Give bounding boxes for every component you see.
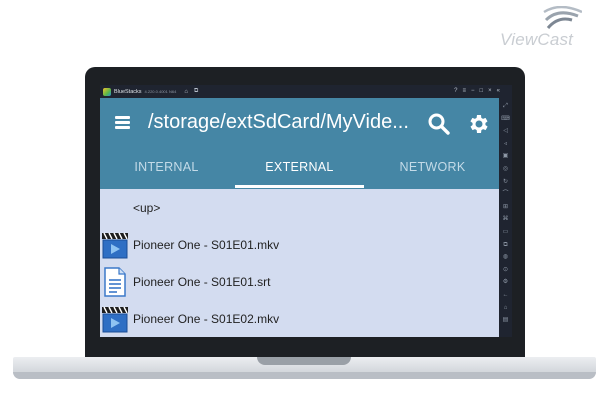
storage-tabs: INTERNAL EXTERNAL NETWORK	[100, 149, 499, 189]
list-item-label: Pioneer One - S01E02.mkv	[133, 311, 280, 326]
collapse-icon[interactable]: «	[497, 87, 500, 96]
bluestacks-version: 4.220.0.4001 N64	[144, 89, 177, 94]
laptop-base-edge	[13, 372, 596, 379]
list-item[interactable]: Pioneer One - S01E01.srt	[100, 263, 499, 300]
macro-icon[interactable]: ⌘	[503, 214, 509, 224]
broadcast-waves-icon	[543, 6, 582, 29]
copy-icon[interactable]: ⧉	[503, 240, 507, 250]
list-item[interactable]: Pioneer One - S01E01.mkv	[100, 226, 499, 263]
list-item-label: <up>	[133, 200, 161, 215]
viewcast-logo-text: ViewCast	[500, 30, 574, 49]
text-file-icon	[104, 266, 126, 297]
shake-icon[interactable]: ⌒	[502, 189, 508, 199]
search-icon[interactable]	[427, 112, 451, 136]
settings-icon[interactable]: ⚙	[503, 277, 508, 287]
tab-network[interactable]: NETWORK	[366, 149, 499, 189]
file-list: <up> Pioneer One - S01E01.mkv Pioneer On…	[100, 189, 499, 337]
window-controls: ? ≡ − □ × «	[454, 87, 500, 96]
file-manager-app: /storage/extSdCard/MyVide... INTERNAL EX…	[100, 98, 499, 337]
back-icon[interactable]: ←	[503, 290, 509, 300]
tab-external[interactable]: EXTERNAL	[233, 149, 366, 189]
bluestacks-logo-icon	[103, 87, 111, 96]
rotate-icon[interactable]: ↻	[503, 177, 508, 187]
app-toolbar: /storage/extSdCard/MyVide...	[100, 98, 499, 149]
volume-down-icon[interactable]: ◃	[504, 139, 507, 149]
home-icon[interactable]: ⌂	[184, 89, 188, 95]
expand-icon[interactable]: ⤢	[503, 101, 508, 111]
camera-icon[interactable]: ◎	[503, 164, 508, 174]
minimize-icon[interactable]: −	[471, 87, 475, 96]
tab-internal[interactable]: INTERNAL	[100, 149, 233, 189]
bluestacks-window: BlueStacks 4.220.0.4001 N64 ⌂ ⧉ ? ≡ − □ …	[100, 85, 512, 337]
list-item-up[interactable]: <up>	[100, 189, 499, 226]
hamburger-menu-icon[interactable]	[115, 116, 130, 129]
location-icon[interactable]: ⊙	[503, 265, 508, 275]
close-icon[interactable]: ×	[488, 87, 492, 96]
video-file-icon	[102, 232, 128, 258]
maximize-icon[interactable]: □	[480, 87, 484, 96]
help-icon[interactable]: ?	[454, 87, 457, 96]
video-file-icon	[102, 306, 128, 332]
screen-record-icon[interactable]: ▣	[503, 151, 509, 161]
bluestacks-app-name: BlueStacks	[114, 88, 142, 95]
volume-up-icon[interactable]: ◁	[503, 126, 508, 136]
laptop-notch	[257, 357, 351, 365]
gear-icon[interactable]	[466, 112, 490, 136]
list-item-label: Pioneer One - S01E01.srt	[133, 274, 271, 289]
bluestacks-sidebar: ⤢ ⌨ ◁ ◃ ▣ ◎ ↻ ⌒ ⊞ ⌘ ▭ ⧉ ◍ ⊙ ⚙ ← ⌂ ▤	[499, 98, 512, 337]
list-item[interactable]: Pioneer One - S01E02.mkv	[100, 300, 499, 337]
screenshot-stage: ViewCast BlueStacks 4.220.0.4001 N64 ⌂ ⧉…	[0, 0, 602, 414]
eco-icon[interactable]: ◍	[503, 252, 508, 262]
multi-instance-icon[interactable]: ⧉	[194, 88, 198, 95]
list-item-label: Pioneer One - S01E01.mkv	[133, 237, 280, 252]
keyboard-icon[interactable]: ⌨	[501, 114, 510, 124]
recents-icon[interactable]: ▤	[503, 315, 509, 325]
gamepad-icon[interactable]: ⊞	[503, 202, 508, 212]
folder-icon[interactable]: ▭	[503, 227, 509, 237]
home-icon[interactable]: ⌂	[504, 303, 508, 313]
menu-icon[interactable]: ≡	[462, 87, 466, 96]
current-path-title: /storage/extSdCard/MyVide...	[148, 111, 409, 133]
viewcast-logo: ViewCast	[500, 6, 596, 50]
bluestacks-titlebar: BlueStacks 4.220.0.4001 N64 ⌂ ⧉ ? ≡ − □ …	[100, 85, 512, 98]
